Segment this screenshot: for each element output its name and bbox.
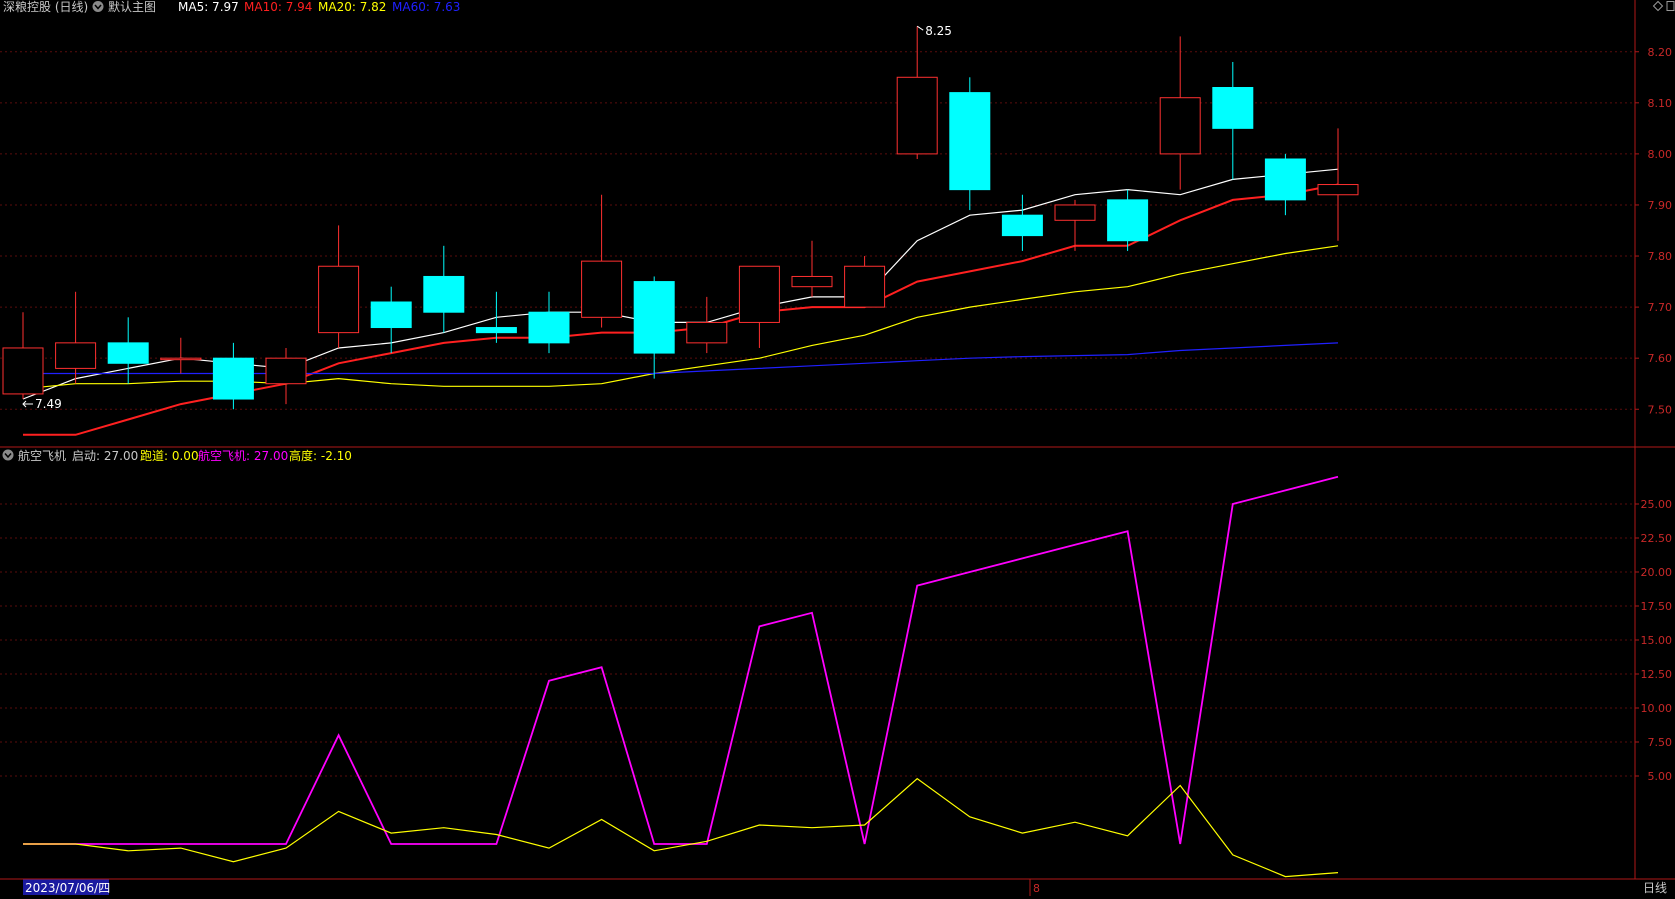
high-price-marker: 8.25 — [916, 24, 952, 38]
candle-body-down — [423, 275, 465, 313]
indicator-axis-tick-label: 22.50 — [1641, 532, 1673, 545]
price-axis-tick-label: 7.60 — [1648, 352, 1673, 365]
candle[interactable] — [1212, 61, 1254, 180]
candle[interactable] — [844, 256, 886, 308]
plane-line — [23, 475, 1339, 845]
candle-body-up — [686, 321, 728, 344]
candle[interactable] — [160, 337, 202, 374]
sub-panel-header: 航空飞机 启动: 27.00 跑道: 0.00 航空飞机: 27.00 高度: … — [2, 448, 352, 463]
candle[interactable] — [1264, 153, 1306, 216]
candle-body-down — [475, 327, 517, 334]
candle-body-up — [896, 76, 938, 155]
chevron-down-icon[interactable] — [2, 449, 14, 461]
indicator-start-label: 启动: 27.00 — [72, 449, 138, 463]
candle-body-up — [581, 260, 623, 318]
chevron-down-icon[interactable] — [92, 1, 104, 12]
candle[interactable] — [2, 312, 44, 400]
candle[interactable] — [528, 291, 570, 354]
candle[interactable] — [1159, 36, 1201, 190]
candle-body-down — [1212, 87, 1254, 129]
price-axis-tick-label: 7.90 — [1648, 199, 1673, 212]
price-axis-tick-label: 8.00 — [1648, 148, 1673, 161]
candle[interactable] — [896, 26, 938, 159]
ma5-label: MA5: 7.97 — [178, 0, 239, 14]
indicator-runway-label: 跑道: 0.00 — [140, 449, 199, 463]
candle[interactable] — [423, 245, 465, 333]
candle[interactable] — [1001, 194, 1043, 251]
candle-body-up — [791, 275, 833, 288]
ma20-label: MA20: 7.82 — [318, 0, 386, 14]
candle[interactable] — [1317, 128, 1359, 241]
candle-body-down — [1107, 199, 1149, 242]
candle-body-down — [1001, 214, 1043, 237]
candle-body-down — [949, 92, 991, 191]
candle[interactable] — [1054, 199, 1096, 251]
candle[interactable] — [370, 286, 412, 354]
candle-body-up — [738, 265, 780, 323]
candle-body-up — [55, 342, 97, 369]
candle-body-down — [528, 311, 570, 344]
indicator-axis-tick-label: 10.00 — [1641, 702, 1673, 715]
candle-body-up — [1054, 204, 1096, 221]
price-axis-tick-label: 7.70 — [1648, 301, 1673, 314]
candle-body-down — [633, 281, 675, 354]
indicator-axis-tick-label: 7.50 — [1648, 736, 1673, 749]
date-label: 2023/07/06/四 — [25, 881, 110, 895]
period-label[interactable]: 日线 — [1643, 881, 1667, 895]
candle[interactable] — [475, 291, 517, 343]
candle-body-down — [1264, 158, 1306, 201]
candle-body-up — [318, 265, 360, 334]
candle-body-up — [265, 357, 307, 385]
candle-body-up — [1317, 184, 1359, 196]
candle-body-down — [212, 357, 254, 400]
indicator-axis-tick-label: 25.00 — [1641, 498, 1673, 511]
indicator-title: 航空飞机 — [18, 448, 66, 463]
candle[interactable] — [265, 347, 307, 405]
candle[interactable] — [212, 342, 254, 410]
runway-line — [23, 777, 1339, 878]
indicator-axis-tick-label: 17.50 — [1641, 600, 1673, 613]
stock-chart-window: 深粮控股 (日线) 默认主图 MA5: 7.97 MA10: 7.94 MA20… — [0, 0, 1675, 896]
ma10-label: MA10: 7.94 — [244, 0, 312, 14]
low-price-marker: 7.49 — [22, 397, 62, 411]
indicator-height-label: 高度: -2.10 — [289, 448, 352, 463]
candle[interactable] — [686, 296, 728, 354]
indicator-axis-tick-label: 15.00 — [1641, 634, 1673, 647]
candle[interactable] — [738, 265, 780, 348]
candle-body-up — [844, 265, 886, 308]
indicator-plane-label: 航空飞机: 27.00 — [198, 448, 288, 463]
main-panel-header: 深粮控股 (日线) 默认主图 MA5: 7.97 MA10: 7.94 MA20… — [3, 0, 1675, 14]
candle-body-up — [2, 347, 44, 395]
month-marker: 8 — [1033, 882, 1040, 895]
candle-body-down — [370, 301, 412, 329]
candle[interactable] — [791, 240, 833, 297]
indicator-axis-tick-label: 12.50 — [1641, 668, 1673, 681]
candle[interactable] — [581, 194, 623, 328]
indicator-axis-tick-label: 5.00 — [1648, 770, 1673, 783]
bottom-bar: 2023/07/06/四 8 日线 — [23, 879, 1667, 895]
price-axis-tick-label: 7.50 — [1648, 403, 1673, 416]
price-axis-tick-label: 8.10 — [1648, 97, 1673, 110]
ma60-label: MA60: 7.63 — [392, 0, 460, 14]
candle-body-up — [160, 357, 202, 361]
candle[interactable] — [55, 291, 97, 384]
candle[interactable] — [633, 276, 675, 379]
price-axis-tick-label: 7.80 — [1648, 250, 1673, 263]
indicator-axis-tick-label: 20.00 — [1641, 566, 1673, 579]
template-label[interactable]: 默认主图 — [108, 0, 156, 14]
candle-body-down — [107, 342, 149, 364]
marker-arrow — [916, 25, 924, 31]
chart-canvas[interactable]: 深粮控股 (日线) 默认主图 MA5: 7.97 MA10: 7.94 MA20… — [0, 0, 1675, 896]
high-price-label: 8.25 — [925, 24, 952, 38]
price-axis-tick-label: 8.20 — [1648, 46, 1673, 59]
low-price-label: 7.49 — [35, 397, 62, 411]
candle-body-up — [1159, 97, 1201, 155]
candle[interactable] — [1107, 189, 1149, 251]
stock-title: 深粮控股 (日线) — [3, 0, 88, 14]
candle[interactable] — [949, 77, 991, 211]
marker-arrow — [22, 400, 33, 408]
diamond-icon[interactable] — [1652, 0, 1664, 12]
candle[interactable] — [318, 225, 360, 348]
window-restore-icon[interactable] — [1666, 1, 1675, 11]
